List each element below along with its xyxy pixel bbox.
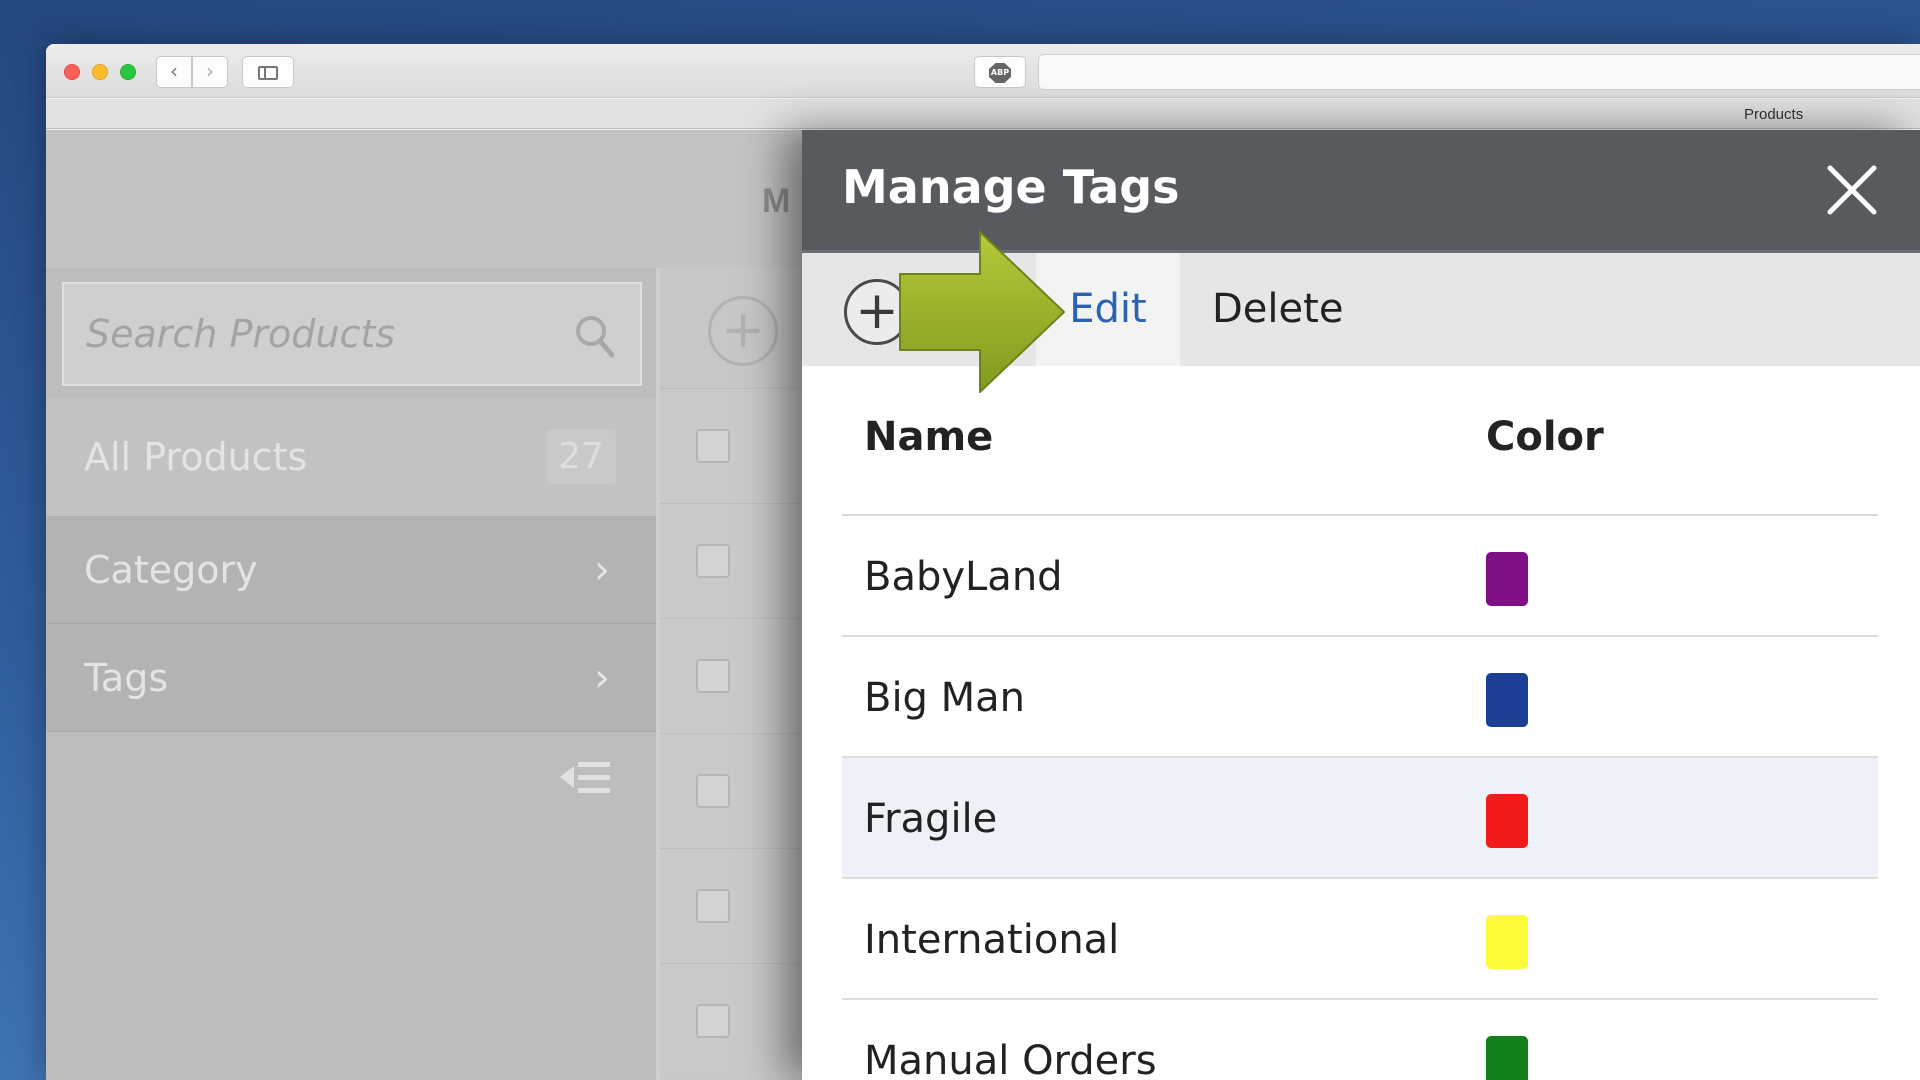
sidebar-item-all-products[interactable]: All Products 27 [46,398,656,516]
modal-title: Manage Tags [842,160,1180,214]
manage-tags-modal: Manage Tags + Edit Delete Name Color Bab… [802,130,1920,1080]
row-checkbox[interactable] [696,889,730,923]
table-row[interactable]: Fragile [842,758,1878,879]
sidebar-item-label: All Products [84,435,308,479]
sidebar: All Products 27 Category › Tags › [46,268,656,1080]
tab-bar: Products [46,99,1920,129]
table-row[interactable]: BabyLand [842,516,1878,637]
column-header-color[interactable]: Color [1486,414,1604,460]
page-title: M [762,182,791,220]
delete-tag-button[interactable]: Delete [1212,253,1372,366]
tag-name: Fragile [864,796,998,842]
tag-name: Manual Orders [864,1038,1157,1080]
tag-name: BabyLand [864,554,1063,600]
adblock-button[interactable]: ABP [974,56,1026,88]
sidebar-item-category[interactable]: Category › [46,516,656,624]
color-swatch [1486,552,1528,606]
address-bar[interactable] [1038,54,1920,90]
row-checkbox[interactable] [696,1004,730,1038]
chevron-right-icon: › [594,655,610,701]
chevron-right-icon: › [594,547,610,593]
search-box [62,282,642,386]
sidebar-item-tags[interactable]: Tags › [46,624,656,732]
minimize-window-button[interactable] [92,64,108,80]
sidebar-item-label: Category [84,548,258,592]
sidebar-item-label: Tags [84,656,169,700]
table-row[interactable]: Big Man [842,637,1878,758]
row-checkbox[interactable] [696,544,730,578]
back-button[interactable]: ‹ [156,56,192,88]
close-icon[interactable] [1824,162,1880,218]
table-header: Name Color [842,366,1878,516]
color-swatch [1486,1036,1528,1080]
sidebar-icon [258,66,278,80]
tag-name: Big Man [864,675,1026,721]
adblock-icon: ABP [989,63,1011,83]
search-icon[interactable] [574,314,614,358]
color-swatch [1486,915,1528,969]
count-badge: 27 [546,430,616,484]
collapse-sidebar-icon[interactable] [556,758,616,798]
forward-button[interactable]: › [192,56,228,88]
color-swatch [1486,794,1528,848]
close-window-button[interactable] [64,64,80,80]
browser-titlebar: ‹ › ABP [46,44,1920,98]
tags-table: Name Color BabyLand Big Man Fragile Inte… [842,366,1878,1080]
tab-products[interactable]: Products [1744,106,1803,123]
zoom-window-button[interactable] [120,64,136,80]
row-checkbox[interactable] [696,659,730,693]
table-row[interactable]: International [842,879,1878,1000]
search-input[interactable] [64,284,640,384]
sidebar-toggle-button[interactable] [242,56,294,88]
row-checkbox[interactable] [696,429,730,463]
add-product-icon[interactable]: + [708,296,778,366]
column-header-name[interactable]: Name [864,414,993,460]
tag-name: International [864,917,1120,963]
row-checkbox[interactable] [696,774,730,808]
color-swatch [1486,673,1528,727]
table-row[interactable]: Manual Orders [842,1000,1878,1080]
